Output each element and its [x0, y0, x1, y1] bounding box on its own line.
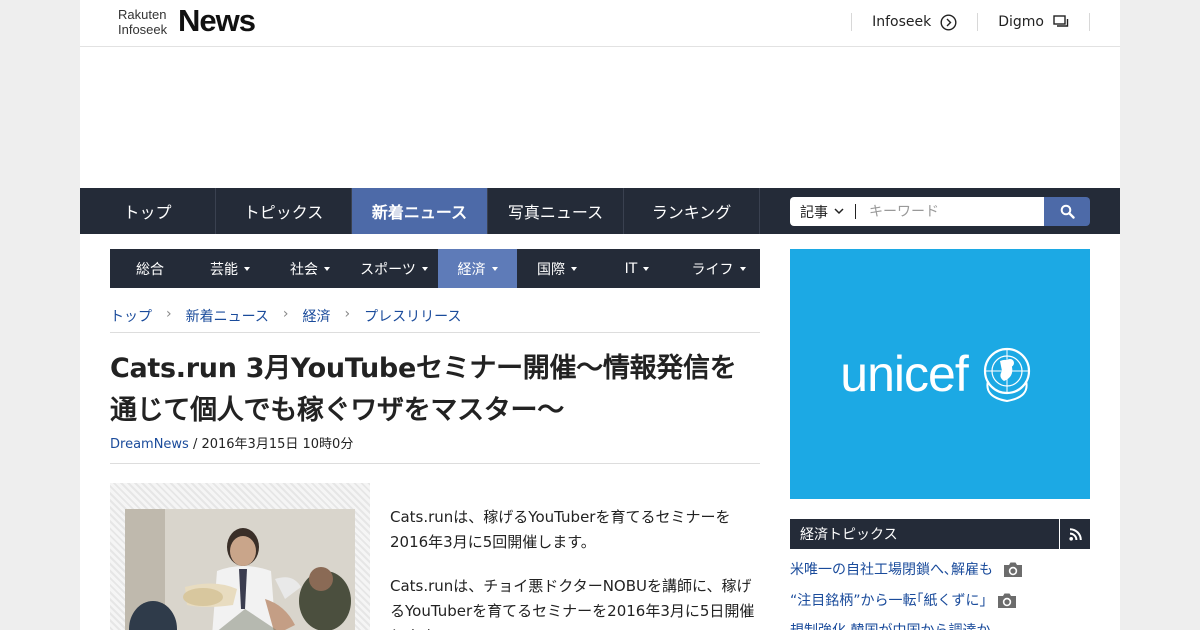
category-general[interactable]: 総合: [110, 249, 190, 288]
search-input[interactable]: [856, 197, 1044, 226]
topic-link-1[interactable]: 米唯一の自社工場閉鎖へ､解雇も: [790, 559, 1023, 579]
breadcrumb: トップ › 新着ニュース › 経済 › プレスリリース: [110, 306, 760, 333]
breadcrumb-top[interactable]: トップ: [110, 306, 152, 332]
site-header: Rakuten Infoseek News Infoseek Digmo: [80, 0, 1120, 47]
topic-link-2[interactable]: “注目銘柄”から一転｢紙くずに｣: [790, 590, 1017, 610]
category-it[interactable]: IT: [597, 249, 677, 288]
category-label: 経済: [457, 261, 486, 278]
search-button[interactable]: [1044, 197, 1090, 226]
gnav-topics[interactable]: トピックス: [216, 188, 352, 234]
caret-down-icon: [571, 267, 577, 271]
gnav-top[interactable]: トップ: [80, 188, 216, 234]
gnav-new-news[interactable]: 新着ニュース: [352, 188, 488, 234]
caret-down-icon: [739, 267, 746, 271]
category-label: スポーツ: [360, 261, 416, 278]
rss-button[interactable]: [1060, 519, 1090, 549]
breadcrumb-separator-icon: ›: [344, 306, 351, 322]
logo-wordmark: Rakuten Infoseek: [118, 7, 167, 37]
topic-title: “注目銘柄”から一転｢紙くずに｣: [790, 593, 987, 609]
circle-arrow-icon: [940, 13, 957, 31]
article-image-frame: [110, 483, 370, 630]
category-label: IT: [624, 260, 638, 277]
logo-main-text: News: [178, 3, 256, 38]
breadcrumb-separator-icon: ›: [166, 306, 172, 322]
banner-text: unicef: [840, 346, 968, 402]
category-label: ライフ: [691, 261, 734, 278]
search-type-value: 記事: [800, 204, 828, 221]
unicef-emblem-icon: [983, 347, 1030, 403]
digmo-link[interactable]: Digmo: [977, 13, 1090, 31]
rss-icon: [1068, 527, 1082, 541]
article-meta: DreamNews / 2016年3月15日 10時0分: [110, 433, 353, 452]
page: Rakuten Infoseek News Infoseek Digmo トップ…: [80, 0, 1120, 630]
logo-top-text: Rakuten: [118, 7, 167, 22]
category-entertainment[interactable]: 芸能: [190, 249, 270, 288]
category-nav: 総合 芸能 社会 スポーツ 経済 国際 IT ライフ: [110, 249, 760, 288]
infoseek-link-label: Infoseek: [872, 14, 932, 30]
category-international[interactable]: 国際: [517, 249, 597, 288]
article-source-link[interactable]: DreamNews: [110, 437, 189, 452]
category-economy[interactable]: 経済: [438, 249, 517, 288]
chevron-down-icon: [834, 208, 844, 215]
camera-icon: [997, 593, 1016, 608]
category-society[interactable]: 社会: [270, 249, 350, 288]
category-life[interactable]: ライフ: [677, 249, 760, 288]
breadcrumb-separator-icon: ›: [282, 306, 289, 322]
article-paragraph-2: Cats.runは、チョイ悪ドクターNOBUを講師に、稼げるYouTuberを育…: [390, 577, 755, 630]
category-label: 総合: [136, 261, 164, 278]
search-icon: [1060, 204, 1075, 219]
article-photo[interactable]: [125, 509, 355, 630]
category-label: 国際: [537, 261, 565, 278]
logo-bottom-text: Infoseek: [118, 22, 168, 37]
unicef-banner-ad[interactable]: unicef: [790, 249, 1090, 499]
article-title: Cats.run 3月YouTubeセミナー開催～情報発信を通じて個人でも稼ぐワ…: [110, 353, 737, 426]
topic-title: 規制強化 韓国が中国から調達か: [790, 620, 990, 630]
camera-icon: [1004, 562, 1022, 577]
search-bar: 記事: [790, 197, 1090, 226]
caret-down-icon: [491, 267, 498, 271]
gnav-photo-news[interactable]: 写真ニュース: [488, 188, 624, 234]
caret-down-icon: [324, 267, 330, 271]
topics-title[interactable]: 経済トピックス: [790, 519, 1059, 549]
breadcrumb-press-release[interactable]: プレスリリース: [364, 306, 461, 332]
ad-space: [80, 47, 1120, 188]
topics-header: 経済トピックス: [790, 519, 1090, 549]
topic-title: 米唯一の自社工場閉鎖へ､解雇も: [790, 562, 993, 578]
caret-down-icon: [421, 267, 428, 271]
article-date: / 2016年3月15日 10時0分: [188, 437, 354, 452]
search-type-select[interactable]: 記事: [790, 197, 856, 226]
caret-down-icon: [244, 267, 250, 271]
category-label: 芸能: [210, 261, 238, 278]
breadcrumb-economy[interactable]: 経済: [303, 306, 331, 332]
category-sports[interactable]: スポーツ: [350, 249, 438, 288]
infoseek-link[interactable]: Infoseek: [851, 13, 977, 31]
divider: [110, 463, 760, 464]
gnav-ranking[interactable]: ランキング: [624, 188, 760, 234]
windows-icon: [1053, 15, 1069, 27]
topic-link-3[interactable]: 規制強化 韓国が中国から調達か: [790, 620, 990, 630]
breadcrumb-new-news[interactable]: 新着ニュース: [186, 306, 269, 332]
digmo-link-label: Digmo: [998, 14, 1044, 30]
article-paragraph-1: Cats.runは、稼げるYouTuberを育てるセミナーを2016年3月に5回…: [390, 508, 731, 551]
photo-illustration: [125, 509, 355, 630]
caret-down-icon: [643, 267, 650, 271]
global-nav: トップ トピックス 新着ニュース 写真ニュース ランキング 記事: [80, 188, 1120, 234]
category-label: 社会: [290, 261, 318, 278]
header-links: Infoseek Digmo: [851, 13, 1090, 33]
